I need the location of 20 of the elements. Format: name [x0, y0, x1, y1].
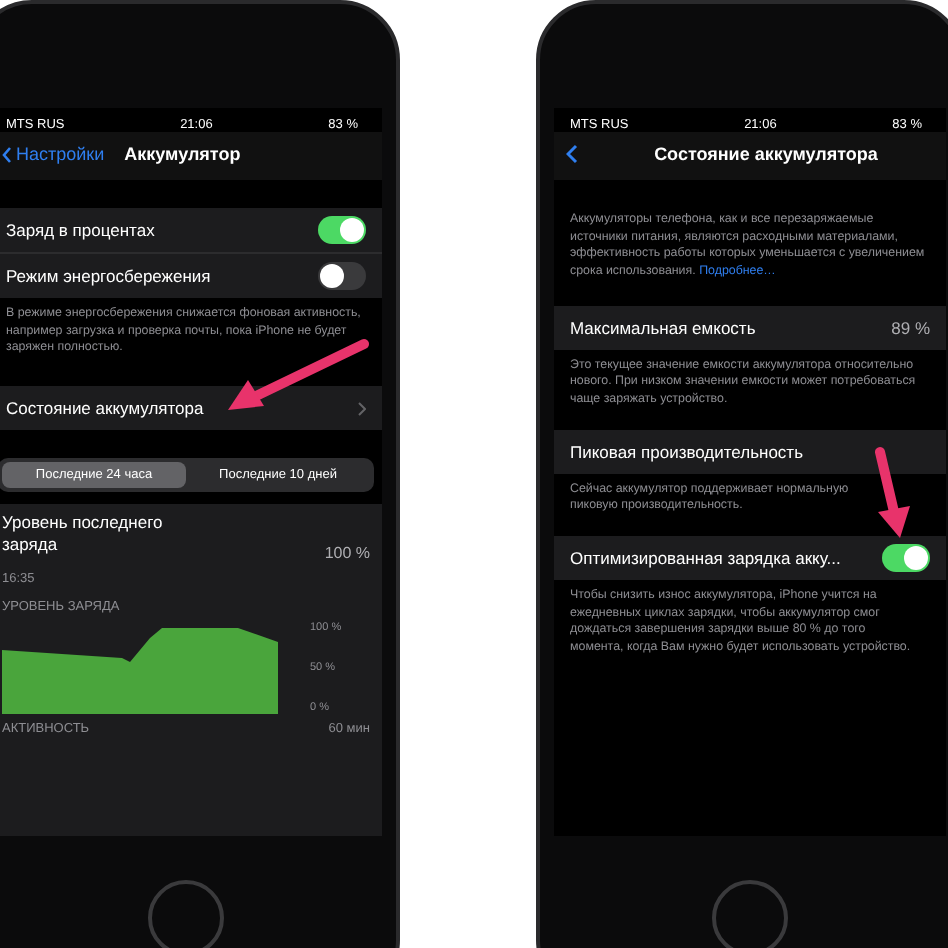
settings-row[interactable]: Состояние аккумулятора	[0, 386, 382, 431]
toggle-switch[interactable]	[882, 544, 930, 573]
chevron-icon	[358, 401, 366, 416]
settings-row-text: Пиковая производительность	[568, 439, 806, 466]
screen-title: Аккумулятор	[124, 144, 241, 164]
toggle-switch[interactable]	[318, 216, 366, 244]
toggle-switch[interactable]	[318, 262, 366, 290]
back-link[interactable]: Настройки	[2, 144, 105, 164]
settings-row[interactable]: Оптимизированная зарядка акку...	[554, 536, 946, 581]
pointer-arrow	[224, 340, 368, 412]
last-charge-label: Уровень последнего заряда	[2, 512, 165, 557]
screen-title: Состояние аккумулятора	[652, 144, 880, 164]
capacity-value: 89 %	[891, 317, 930, 338]
settings-row[interactable]: Режим энергосбережения	[0, 254, 382, 298]
back-chevron-icon	[2, 145, 12, 163]
settings-row[interactable]: Заряд в процентах	[0, 208, 382, 254]
pointer-arrow	[872, 448, 912, 540]
settings-row-text: Максимальная емкость 89 %	[568, 315, 932, 342]
back-chevron-icon[interactable]	[566, 144, 578, 164]
last-charge-value: 100 %	[324, 543, 370, 562]
